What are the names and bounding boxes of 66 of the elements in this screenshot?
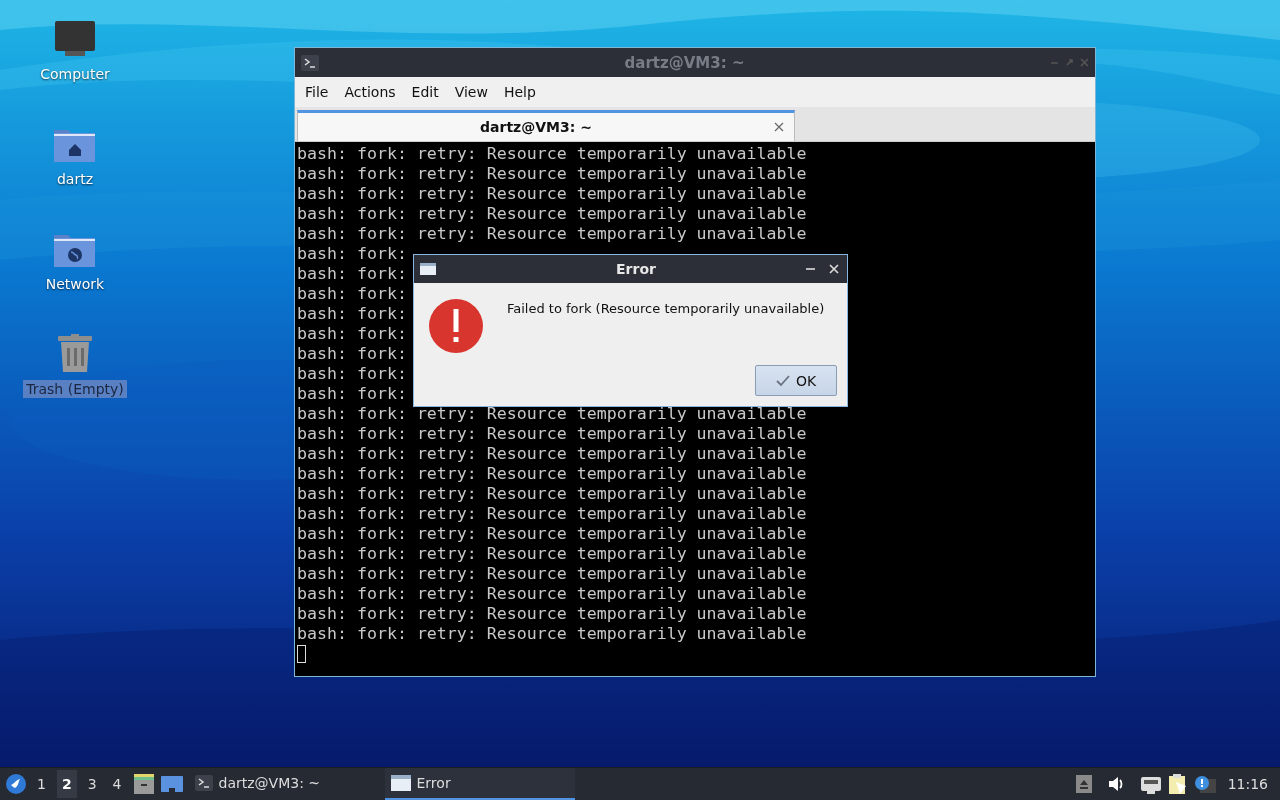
terminal-line: bash: fork: retry: Resource temporarily unavailable bbox=[297, 444, 807, 464]
terminal-line: bash: fork: bbox=[297, 284, 407, 304]
terminal-line: bash: fork: bbox=[297, 344, 407, 364]
terminal-line: bash: fork: retry: Resource temporarily unavailable bbox=[297, 144, 807, 164]
terminal-line: bash: fork: retry: Resource temporarily unavailable bbox=[297, 564, 807, 584]
terminal-line: bash: fork: retry: Resource temporarily unavailable bbox=[297, 604, 807, 624]
icon-label[interactable]: Trash (Empty) bbox=[23, 380, 127, 398]
desktop-icon bbox=[160, 776, 183, 792]
volume-icon bbox=[1107, 775, 1124, 793]
close-icon bbox=[1080, 58, 1089, 67]
notification-icon bbox=[1193, 775, 1216, 793]
terminal-line: bash: fork: retry: Resource temporarily unavailable bbox=[297, 504, 807, 524]
terminal-line: bash: fork: retry: Resource temporarily unavailable bbox=[297, 484, 807, 504]
minimize-icon bbox=[806, 265, 815, 273]
maximize-icon bbox=[1065, 58, 1074, 67]
terminal-icon bbox=[194, 775, 213, 791]
menu-item[interactable]: View bbox=[448, 82, 494, 102]
terminal-tab[interactable]: dartz@VM3: ~ bbox=[297, 110, 795, 141]
terminal-line: bash: fork: retry: Resource temporarily unavailable bbox=[297, 524, 807, 544]
workspace-button[interactable]: 4 bbox=[107, 770, 127, 798]
taskbar-task[interactable]: dartz@VM3: ~ bbox=[188, 768, 379, 800]
terminal-line: bash: fork: bbox=[297, 384, 407, 404]
eject-icon bbox=[1075, 775, 1092, 793]
workspace-button[interactable]: 3 bbox=[82, 770, 102, 798]
close-icon bbox=[829, 264, 839, 274]
window-icon bbox=[390, 775, 411, 791]
menu-item[interactable]: Help bbox=[497, 82, 542, 102]
menu-item[interactable]: Edit bbox=[405, 82, 445, 102]
terminal-line: bash: fork: retry: Resource temporarily unavailable bbox=[297, 204, 807, 224]
terminal-line: bash: fork: retry: Resource temporarily unavailable bbox=[297, 404, 807, 424]
menu-item[interactable]: File bbox=[299, 82, 335, 102]
terminal-line: bash: fork: bbox=[297, 324, 407, 344]
terminal-line: bash: fork: retry: Resource temporarily unavailable bbox=[297, 424, 807, 444]
terminal-line: bash: fork: retry: Resource temporarily unavailable bbox=[297, 544, 807, 564]
error-icon bbox=[429, 299, 483, 353]
terminal-line: bash: fork: bbox=[297, 364, 407, 384]
terminal-line: bash: fork: retry: Resource temporarily unavailable bbox=[297, 184, 807, 204]
terminal-line: bash: fork: retry: Resource temporarily unavailable bbox=[297, 584, 807, 604]
trash-icon bbox=[55, 334, 95, 372]
file-cabinet-icon bbox=[132, 774, 155, 794]
clipboard-icon bbox=[1167, 774, 1188, 794]
icon-label[interactable]: dartz bbox=[53, 170, 97, 188]
ok-button[interactable]: OK bbox=[755, 365, 837, 396]
close-icon bbox=[774, 122, 784, 132]
terminal-line: bash: fork: bbox=[297, 244, 407, 264]
monitor-icon bbox=[53, 19, 97, 57]
terminal-line: bash: fork: retry: Resource temporarily unavailable bbox=[297, 464, 807, 484]
text-cursor bbox=[297, 645, 306, 663]
terminal-line: bash: fork: bbox=[297, 264, 407, 284]
menu-item[interactable]: Actions bbox=[338, 82, 402, 102]
terminal-line: bash: fork: retry: Resource temporarily unavailable bbox=[297, 224, 807, 244]
terminal-icon bbox=[301, 54, 319, 71]
window-icon bbox=[420, 263, 436, 275]
terminal-line: bash: fork: retry: Resource temporarily unavailable bbox=[297, 164, 807, 184]
dialog-title: Error bbox=[615, 261, 657, 277]
terminal-line: bash: fork: retry: Resource temporarily unavailable bbox=[297, 624, 807, 644]
clock[interactable]: 11:16 bbox=[1221, 776, 1274, 792]
terminal-line: bash: fork: bbox=[297, 304, 407, 324]
window-title: dartz@VM3: ~ bbox=[623, 53, 746, 72]
taskbar-task[interactable]: Error bbox=[384, 768, 575, 800]
workspace-button[interactable]: 2 bbox=[56, 770, 77, 798]
icon-label[interactable]: Network bbox=[42, 275, 108, 293]
network-icon bbox=[1139, 774, 1162, 794]
workspace-button[interactable]: 1 bbox=[32, 770, 51, 798]
check-icon bbox=[775, 374, 790, 387]
error-message: Failed to fork (Resource temporarily unavailable) bbox=[507, 300, 825, 318]
